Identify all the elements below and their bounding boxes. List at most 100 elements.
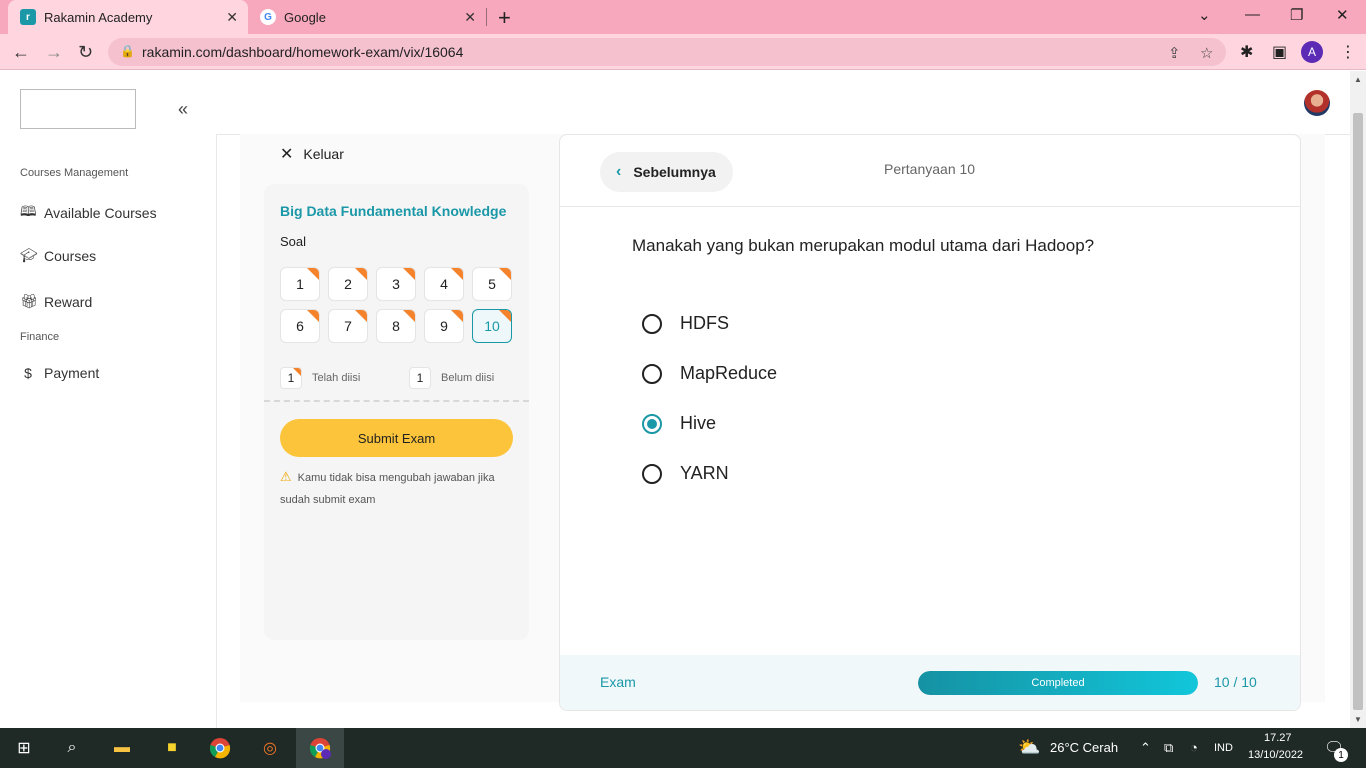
option-label: YARN	[680, 463, 729, 483]
sidebar-section-courses-management: Courses Management	[20, 167, 129, 179]
search-icon[interactable]: ⌕	[60, 736, 84, 760]
chrome-logo-svg	[209, 738, 231, 759]
jupyter-icon[interactable]: ◎	[258, 736, 282, 760]
question-button-2[interactable]: 2	[328, 267, 368, 301]
legend-unanswered: 1 Belum diisi	[409, 367, 494, 389]
window-close-icon[interactable]: ✕	[1336, 6, 1349, 24]
browser-tab-strip: r Rakamin Academy ✕ G Google ✕ + ⌄ — ❐ ✕	[0, 0, 1366, 34]
question-button-5[interactable]: 5	[472, 267, 512, 301]
option-label: MapReduce	[680, 363, 778, 383]
windows-start-icon[interactable]: ⊞	[12, 736, 36, 760]
close-tab-icon[interactable]: ✕	[226, 9, 238, 26]
warning-text: Kamu tidak bisa mengubah jawaban jika su…	[280, 472, 495, 506]
sidebar-section-finance: Finance	[20, 331, 60, 343]
file-explorer-icon[interactable]: ▬	[110, 736, 134, 760]
forward-arrow-icon[interactable]: →	[45, 42, 63, 63]
clock-date[interactable]: 13/10/2022	[1248, 749, 1303, 761]
progress-text: Completed	[1031, 677, 1085, 689]
answered-flag-icon	[451, 268, 463, 280]
new-tab-plus-icon[interactable]: +	[498, 5, 511, 31]
chrome-profile-icon[interactable]	[308, 736, 332, 760]
question-card: ‹ Sebelumnya Pertanyaan 10 Manakah yang …	[559, 134, 1301, 711]
exam-label: Exam	[600, 674, 636, 690]
warning-triangle-icon: ⚠	[280, 469, 292, 484]
rakamin-favicon-icon: r	[20, 9, 36, 25]
share-icon[interactable]: ⇪	[1168, 44, 1181, 62]
answered-flag-icon	[403, 310, 415, 322]
sidebar-item-courses[interactable]: 🎓︎ Courses	[20, 247, 96, 264]
chrome-icon[interactable]	[208, 736, 232, 760]
scroll-up-icon[interactable]: ▲	[1354, 75, 1362, 84]
weather-icon[interactable]: ⛅	[1018, 737, 1040, 758]
gift-icon: 🎁︎	[20, 293, 38, 309]
question-button-6[interactable]: 6	[280, 309, 320, 343]
answered-flag-icon	[499, 310, 511, 322]
tab-rakamin-academy[interactable]: r Rakamin Academy ✕	[8, 0, 248, 34]
collapse-sidebar-icon[interactable]: «	[178, 99, 188, 120]
bookmark-star-icon[interactable]: ☆	[1200, 44, 1213, 62]
answered-flag-icon	[499, 268, 511, 280]
previous-button[interactable]: ‹ Sebelumnya	[600, 152, 733, 192]
page-scrollbar[interactable]: ▲ ▼	[1350, 71, 1366, 728]
answered-flag-icon	[403, 268, 415, 280]
input-language[interactable]: IND	[1214, 742, 1233, 754]
answer-option-yarn[interactable]: YARN	[642, 463, 729, 484]
card-header-divider	[560, 206, 1300, 207]
network-icon[interactable]: ⧉	[1164, 740, 1173, 756]
question-number-label: Pertanyaan 10	[884, 161, 976, 177]
submit-exam-button[interactable]: Submit Exam	[280, 419, 513, 457]
minimize-icon[interactable]: —	[1245, 6, 1260, 23]
question-button-10[interactable]: 10	[472, 309, 512, 343]
logo-image-placeholder[interactable]	[20, 89, 136, 129]
clock-time[interactable]: 17.27	[1264, 732, 1292, 744]
answer-option-mapreduce[interactable]: MapReduce	[642, 363, 777, 384]
legend-answered-label: Telah diisi	[312, 372, 361, 384]
question-button-7[interactable]: 7	[328, 309, 368, 343]
sidebar-item-available-courses[interactable]: 🕮 Available Courses	[20, 201, 157, 225]
question-navigator-panel: Big Data Fundamental Knowledge Soal 1 2 …	[264, 184, 529, 640]
reload-icon[interactable]: ↻	[78, 42, 93, 63]
wifi-icon[interactable]: ◔	[1190, 740, 1198, 755]
radio-button[interactable]	[642, 313, 662, 334]
scroll-down-icon[interactable]: ▼	[1354, 715, 1362, 724]
answered-flag-icon	[355, 268, 367, 280]
question-button-1[interactable]: 1	[280, 267, 320, 301]
question-number: 3	[392, 276, 400, 292]
address-bar[interactable]: 🔒 rakamin.com/dashboard/homework-exam/vi…	[108, 38, 1226, 66]
exit-button[interactable]: ✕ Keluar	[280, 144, 344, 164]
sidebar-item-label: Payment	[44, 365, 100, 381]
side-panel-icon[interactable]: ▣	[1272, 42, 1287, 62]
radio-button[interactable]	[642, 363, 662, 384]
restore-icon[interactable]: ❐	[1290, 6, 1303, 24]
browser-menu-icon[interactable]: ⋮	[1340, 42, 1356, 62]
answer-option-hive[interactable]: Hive	[642, 413, 716, 434]
radio-button-selected[interactable]	[642, 413, 662, 434]
tab-title: Rakamin Academy	[44, 9, 153, 25]
url-text: rakamin.com/dashboard/homework-exam/vix/…	[142, 44, 464, 60]
question-button-8[interactable]: 8	[376, 309, 416, 343]
legend-unanswered-label: Belum diisi	[441, 372, 495, 384]
scrollbar-thumb[interactable]	[1353, 113, 1363, 710]
sidebar-item-reward[interactable]: 🎁︎ Reward	[20, 293, 92, 310]
legend-answered-box: 1	[280, 367, 302, 389]
close-tab-icon[interactable]: ✕	[464, 9, 476, 26]
extensions-puzzle-icon[interactable]: ✱	[1240, 42, 1253, 62]
tab-search-chevron-icon[interactable]: ⌄	[1198, 6, 1211, 24]
question-number: 4	[440, 276, 448, 292]
tray-chevron-up-icon[interactable]: ⌃	[1140, 740, 1151, 756]
answer-option-hdfs[interactable]: HDFS	[642, 313, 729, 334]
question-button-4[interactable]: 4	[424, 267, 464, 301]
question-button-9[interactable]: 9	[424, 309, 464, 343]
sidebar-item-payment[interactable]: $ Payment	[20, 365, 99, 381]
option-label: Hive	[680, 413, 717, 433]
sticky-notes-icon[interactable]: ■	[160, 736, 184, 760]
tab-google[interactable]: G Google ✕	[250, 0, 486, 34]
weather-text[interactable]: 26°C Cerah	[1050, 740, 1118, 755]
radio-button[interactable]	[642, 463, 662, 484]
profile-avatar[interactable]: A	[1301, 41, 1323, 63]
user-avatar[interactable]	[1304, 90, 1330, 116]
question-button-3[interactable]: 3	[376, 267, 416, 301]
windows-taskbar: ⊞ ⌕ ▬ ■ ◎ ⛅ 26°C Cerah ⌃ ⧉ ◔ IND 17.27 1…	[0, 728, 1366, 768]
course-title: Big Data Fundamental Knowledge	[280, 203, 507, 219]
back-arrow-icon[interactable]: ←	[12, 42, 30, 63]
